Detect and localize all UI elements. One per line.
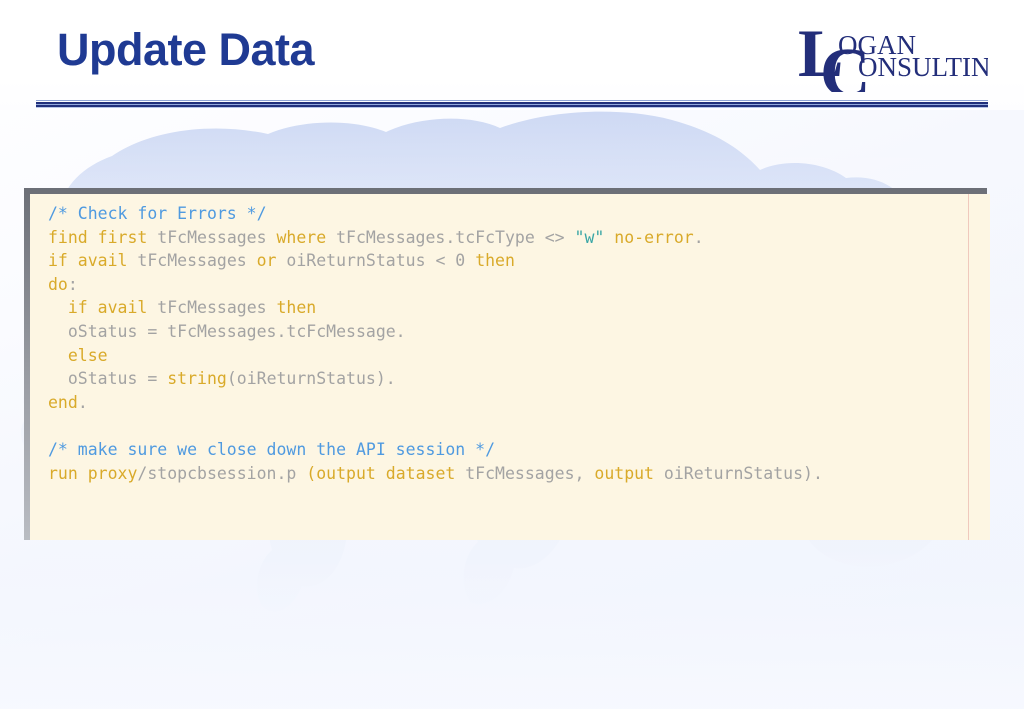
- code-token-id: oiReturnStatus < 0: [276, 251, 476, 271]
- code-token-id: oiReturnStatus).: [654, 463, 823, 483]
- code-token-key: no-error: [614, 227, 694, 247]
- code-token-key: or: [256, 251, 277, 271]
- code-token-id: tFcMessages: [147, 298, 277, 318]
- code-line: oStatus = string(oiReturnStatus).: [48, 369, 396, 388]
- code-line: run proxy/stopcbsession.p (output datase…: [48, 464, 823, 483]
- editor-margin-line: [968, 194, 969, 540]
- code-line: if avail tFcMessages or oiReturnStatus <…: [48, 251, 515, 270]
- code-token-key: then: [276, 298, 317, 318]
- code-token-key: string: [167, 369, 227, 389]
- code-text: /* Check for Errors */ find first tFcMes…: [48, 202, 823, 485]
- code-token-key: where: [276, 227, 327, 247]
- svg-text:ONSULTING: ONSULTING: [858, 52, 988, 82]
- code-token-pun: .: [693, 227, 704, 247]
- code-token-id: [604, 228, 614, 247]
- page-title: Update Data: [57, 24, 315, 75]
- code-token-com: /* Check for Errors */: [48, 204, 267, 223]
- logan-consulting-logo: L OGAN C ONSULTING: [792, 10, 988, 92]
- code-token-key: find first: [48, 227, 148, 247]
- code-line: end.: [48, 393, 88, 412]
- code-token-id: tFcMessages: [147, 227, 277, 247]
- code-line: oStatus = tFcMessages.tcFcMessage.: [48, 322, 406, 341]
- slide-canvas: Update Data L OGAN C ONSULTING /* Check …: [0, 0, 1024, 709]
- code-token-id: tFcMessages: [127, 251, 257, 271]
- code-line: if avail tFcMessages then: [48, 298, 316, 317]
- code-token-key: if avail: [48, 251, 128, 271]
- code-line: else: [48, 346, 108, 365]
- code-token-key: (: [306, 463, 317, 483]
- code-token-id: oStatus =: [48, 369, 168, 389]
- header-divider: [36, 100, 988, 110]
- code-token-key: if avail: [67, 298, 148, 318]
- code-block: /* Check for Errors */ find first tFcMes…: [30, 194, 990, 540]
- code-token-key: end: [48, 392, 78, 412]
- code-token-key: do: [48, 274, 68, 294]
- code-line: find first tFcMessages where tFcMessages…: [48, 228, 704, 247]
- code-token-pun: :: [67, 274, 78, 294]
- code-line: /* Check for Errors */: [48, 204, 267, 223]
- code-token-str: "w": [574, 227, 605, 247]
- code-line: do:: [48, 275, 78, 294]
- code-token-id: tFcMessages.tcFcType <>: [326, 227, 575, 247]
- code-token-key: then: [475, 251, 515, 271]
- code-token-id: [48, 298, 68, 317]
- code-token-pun: .: [77, 392, 88, 412]
- code-token-id: tFcMessages,: [455, 463, 595, 483]
- code-token-id: [48, 346, 68, 365]
- code-token-key: output: [594, 463, 654, 483]
- code-token-id: /stopcbsession.p: [137, 463, 307, 483]
- code-token-com: /* make sure we close down the API sessi…: [48, 439, 496, 459]
- code-line: /* make sure we close down the API sessi…: [48, 440, 495, 459]
- code-token-key: run proxy: [48, 463, 138, 483]
- code-token-id: (oiReturnStatus).: [226, 369, 396, 389]
- code-token-key: else: [67, 345, 108, 365]
- code-token-id: oStatus = tFcMessages.tcFcMessage.: [48, 321, 406, 341]
- code-token-key: output dataset: [316, 463, 456, 483]
